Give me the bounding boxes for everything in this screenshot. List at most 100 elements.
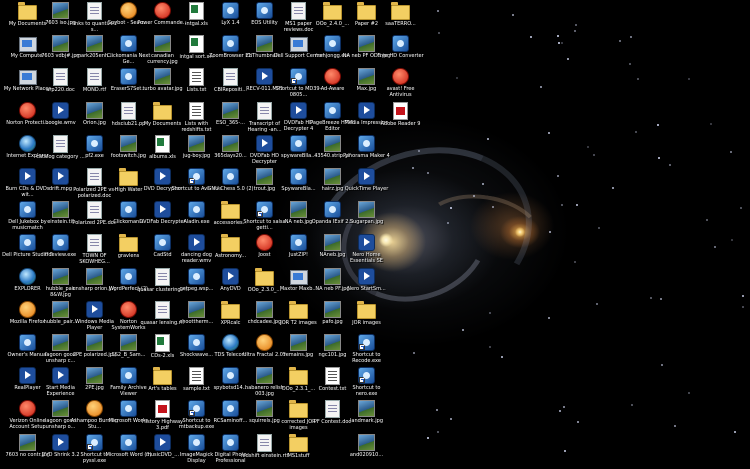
star: [437, 31, 440, 34]
desktop[interactable]: My Documents My Computer My Network Places…: [0, 0, 750, 469]
jpg-file-icon: [86, 334, 103, 351]
star: [461, 328, 464, 331]
camera-icon: [256, 2, 273, 19]
explorer-icon: [19, 267, 36, 285]
app-icon: [324, 101, 341, 119]
image-file-icon: [52, 201, 69, 219]
jpg-file-icon: [86, 367, 103, 385]
folder-icon: [391, 2, 410, 20]
desktop-icon-label: Adobe Reader 9: [380, 120, 421, 127]
desktop-icon[interactable]: landmark.jpg: [341, 400, 392, 424]
doc-file-icon: [87, 168, 102, 186]
image-file-icon: [256, 35, 273, 53]
star: [547, 132, 550, 135]
dvd-shrink-icon: [52, 433, 69, 451]
adobe-reader-icon: [393, 101, 408, 120]
desktop-icon-label: Sugarpan.jpg: [349, 219, 384, 226]
desktop-icon[interactable]: Panorama Maker 4: [341, 134, 392, 159]
wordperfect-icon: [120, 267, 137, 285]
star: [611, 186, 614, 189]
folder-icon: [153, 367, 172, 386]
folder-icon: [357, 300, 376, 319]
app-icon: [358, 134, 375, 152]
media-icon: [154, 433, 171, 451]
desktop-icon[interactable]: Sugarpan.jpg: [341, 201, 392, 225]
desktop-icon-label: avast! Free Antivirus: [386, 86, 415, 99]
jpg-file-icon: [86, 101, 103, 119]
star: [628, 63, 631, 66]
shortcut-arrow-icon: [359, 344, 365, 350]
shortcut-icon: [358, 367, 375, 385]
exif-icon: [324, 201, 341, 219]
shortcut-icon: [188, 168, 205, 185]
app-icon: [188, 334, 205, 351]
star: [548, 316, 551, 319]
image-file-icon: [324, 134, 341, 152]
realplayer-icon: [19, 367, 36, 385]
game-icon: [120, 201, 137, 219]
desktop-icon[interactable]: Adobe Reader 9: [375, 101, 426, 127]
maxtor-icon: [289, 269, 308, 285]
desktop-icon[interactable]: QuickTime Player: [341, 168, 392, 192]
app-icon: [120, 367, 137, 385]
folder-icon: [289, 433, 308, 452]
desktop-icon[interactable]: JOR images: [341, 300, 392, 326]
star: [593, 153, 596, 156]
exe-file-icon: [324, 35, 341, 53]
folder-icon: [221, 201, 240, 220]
chess-icon: [222, 168, 239, 185]
imagemagick-icon: [188, 433, 205, 451]
jpg-file-icon: [52, 2, 69, 19]
doc-file-icon: [121, 101, 136, 120]
ie-icon: [19, 134, 36, 152]
exe-file-icon: [222, 367, 239, 385]
desktop-icon[interactable]: saaTERRO...: [375, 2, 426, 27]
works-icon: [120, 400, 137, 418]
jpg-file-icon: [52, 300, 69, 318]
desktop-icon[interactable]: Shortcut to nero.exe: [341, 367, 392, 397]
exe-file-icon: [120, 68, 137, 86]
star: [487, 137, 490, 140]
star: [668, 163, 671, 166]
shortcut-arrow-icon: [189, 410, 195, 417]
quicktime-icon: [358, 168, 375, 185]
media-icon: [52, 367, 69, 385]
jpg-file-icon: [324, 267, 341, 285]
norton-icon: [120, 300, 137, 318]
nero-icon: [358, 234, 375, 252]
exe-file-icon: [290, 134, 307, 152]
pdf-file-icon: [155, 400, 170, 419]
star: [656, 124, 659, 127]
picture-studio-icon: [19, 234, 36, 252]
desktop-icon[interactable]: Nero Home Essentials SE: [341, 234, 392, 264]
star: [635, 130, 638, 133]
txt-file-icon: [189, 367, 204, 386]
desktop-icon-label: landmark.jpg: [349, 418, 383, 425]
jpg-file-icon: [188, 300, 205, 318]
star: [491, 206, 494, 209]
xls-file-icon: [155, 334, 170, 352]
shortcut-icon: [188, 400, 205, 418]
folder-icon: [323, 2, 342, 20]
video-file-icon: [52, 168, 69, 185]
jpg-file-icon: [222, 101, 239, 119]
desktop-icon[interactable]: Shortcut to Recode.exe: [341, 334, 392, 364]
jpg-file-icon: [52, 35, 69, 53]
dvd-icon: [290, 101, 307, 119]
desktop-icon[interactable]: Nero StartSm...: [341, 267, 392, 292]
spybot-icon: [120, 2, 137, 19]
exe-file-icon: [222, 400, 239, 418]
folder-icon: [119, 234, 138, 253]
desktop-icon[interactable]: and020910...: [341, 433, 392, 458]
star: [557, 41, 560, 44]
exe-file-icon: [86, 134, 103, 152]
game-icon: [120, 35, 137, 53]
shortcut-arrow-icon: [189, 178, 195, 184]
jpg-file-icon: [120, 334, 137, 351]
cd-icon: [19, 168, 36, 185]
fractal-icon: [256, 334, 273, 351]
desktop-icon[interactable]: avast! Free Antivirus: [375, 68, 426, 98]
desktop-icon[interactable]: Free HD Converter: [375, 35, 426, 59]
txt-file-icon: [325, 367, 340, 386]
desktop-icon[interactable]: MS1stuff: [273, 433, 324, 459]
